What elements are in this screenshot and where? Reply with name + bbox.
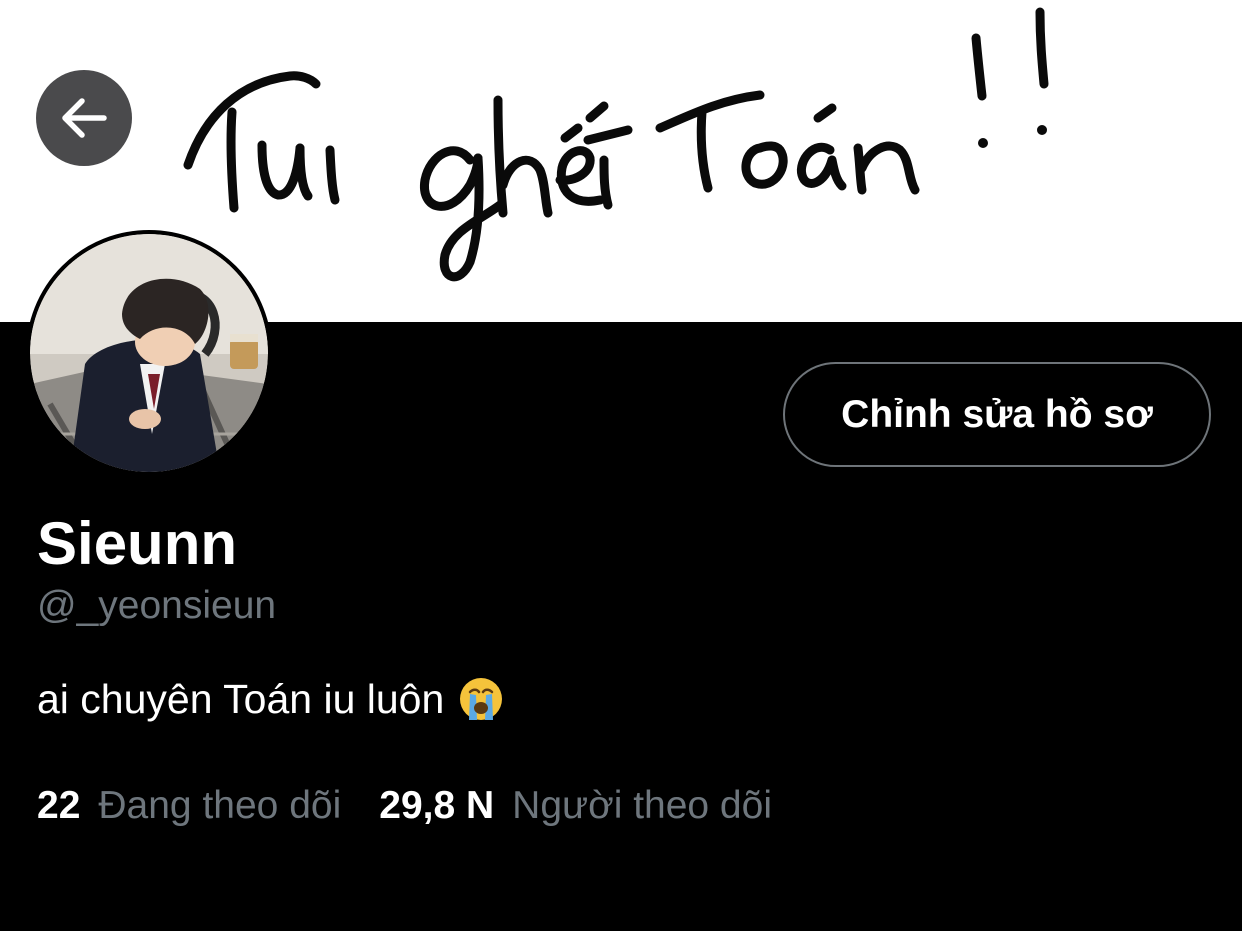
avatar[interactable] (26, 230, 272, 476)
following-count: 22 (37, 784, 81, 827)
followers-count: 29,8 N (379, 784, 495, 827)
edit-profile-button[interactable]: Chỉnh sửa hồ sơ (783, 362, 1211, 467)
followers-label: Người theo dõi (512, 784, 772, 827)
crying-face-emoji-icon (458, 676, 504, 722)
following-stat[interactable]: 22 Đang theo dõi (37, 782, 341, 830)
arrow-left-icon (62, 98, 107, 138)
user-handle: @_yeonsieun (37, 584, 277, 627)
display-name: Sieunn (37, 510, 238, 577)
followers-stat[interactable]: 29,8 N Người theo dõi (379, 782, 772, 830)
following-label: Đang theo dõi (98, 784, 342, 827)
avatar-photo (30, 234, 268, 472)
bio-text: ai chuyên Toán iu luôn (37, 676, 445, 722)
follow-stats: 22 Đang theo dõi 29,8 N Người theo dõi (37, 782, 772, 830)
edit-profile-label: Chỉnh sửa hồ sơ (841, 392, 1153, 436)
bio: ai chuyên Toán iu luôn (37, 674, 504, 724)
back-button[interactable] (36, 70, 132, 166)
